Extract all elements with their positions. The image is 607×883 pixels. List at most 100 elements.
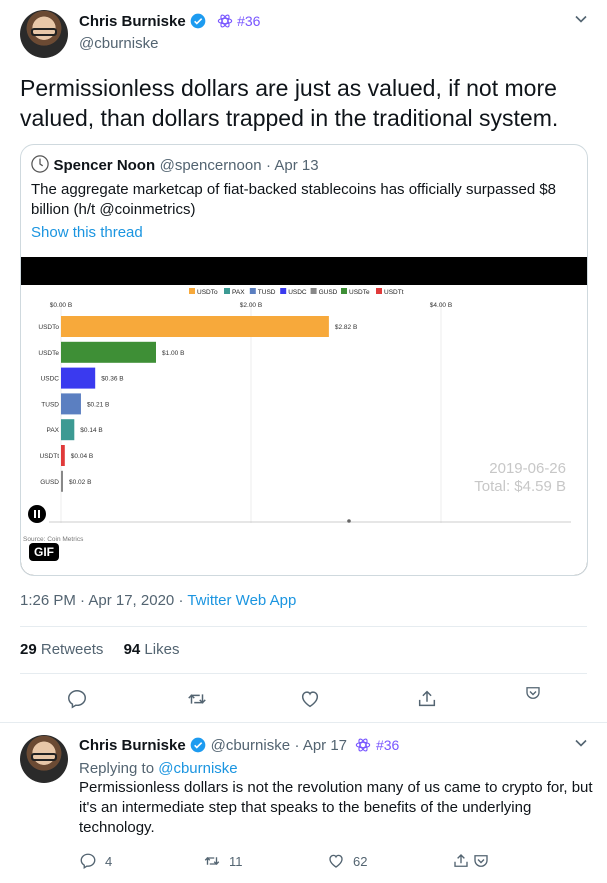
author-header: Chris Burniske #36 <box>79 13 260 31</box>
retweets-stat[interactable]: 29 Retweets <box>20 641 103 658</box>
author-handle[interactable]: @cburniske <box>79 35 158 52</box>
retweet-icon[interactable] <box>186 688 208 710</box>
category-label: USDTe <box>38 350 59 357</box>
chart-source: Source: Coin Metrics <box>23 536 84 543</box>
reply-author-handle[interactable]: @cburniske <box>211 737 290 754</box>
quoted-avatar <box>31 155 49 173</box>
rank-badge: #36 <box>237 13 261 29</box>
tweet-stats: 29 Retweets 94 Likes <box>20 640 179 660</box>
chevron-down-icon[interactable] <box>574 12 588 29</box>
legend-label: USDTo <box>197 289 218 296</box>
divider <box>20 626 587 627</box>
tick-label: $2.00 B <box>240 302 262 309</box>
category-label: USDTo <box>38 324 59 331</box>
like-icon <box>329 854 343 868</box>
tick-label: $4.00 B <box>430 302 452 309</box>
retweet-icon <box>204 857 220 865</box>
divider <box>20 673 587 674</box>
reply-date[interactable]: · Apr 17 <box>295 737 348 754</box>
chevron-down-icon[interactable] <box>574 736 588 753</box>
quoted-author-name: Spencer Noon <box>53 157 156 174</box>
likes-stat[interactable]: 94 Likes <box>124 641 180 658</box>
reply-author-avatar[interactable] <box>20 735 68 783</box>
data-label: $0.14 B <box>80 427 102 434</box>
data-label: $2.82 B <box>335 324 357 331</box>
rank-badge: #36 <box>375 737 400 753</box>
share-icon[interactable] <box>452 852 470 875</box>
legend-label: GUSD <box>319 289 338 296</box>
data-label: $0.02 B <box>69 479 91 486</box>
tweet-text: Permissionless dollars are just as value… <box>20 75 559 131</box>
divider <box>0 722 607 723</box>
quoted-tweet[interactable]: Spencer Noon @spencernoon · Apr 13 The a… <box>20 144 588 576</box>
like-icon[interactable] <box>299 688 321 710</box>
author-avatar[interactable] <box>20 10 68 58</box>
separator: · <box>178 592 184 609</box>
verified-icon <box>190 13 206 29</box>
legend-label: USDTe <box>349 289 370 296</box>
tweet-timestamp[interactable]: 1:26 PM · Apr 17, 2020 <box>20 592 174 609</box>
chart-date: 2019-06-26 <box>489 460 566 477</box>
reply-reply-action[interactable]: 4 <box>79 852 112 870</box>
timeline-marker <box>347 519 351 523</box>
pocket-save-icon[interactable] <box>524 684 542 702</box>
category-label: GUSD <box>40 479 59 486</box>
pocket-save-icon[interactable] <box>472 852 490 875</box>
like-count: 62 <box>353 853 368 869</box>
data-label: $0.36 B <box>101 376 123 383</box>
reply-author-name[interactable]: Chris Burniske <box>79 737 186 754</box>
tick-label: $0.00 B <box>50 302 72 309</box>
data-label: $1.00 B <box>162 350 184 357</box>
replying-to-label: Replying to <box>79 760 155 777</box>
reply-like-action[interactable]: 62 <box>327 852 367 870</box>
reply-header: Chris Burniske @cburniske · Apr 17 #36 <box>79 737 399 755</box>
replying-to: Replying to @cburniske <box>79 759 238 779</box>
quoted-author-handle: @spencernoon <box>159 157 262 174</box>
legend-label: USDC <box>288 289 307 296</box>
category-label: PAX <box>46 427 59 434</box>
bar <box>61 419 75 441</box>
bar <box>61 341 156 363</box>
bar <box>61 445 65 466</box>
bar <box>61 316 329 337</box>
legend-swatch <box>376 288 382 294</box>
legend-swatch <box>189 288 195 294</box>
legend-label: TUSD <box>258 289 276 296</box>
tweet-timestamp-row: 1:26 PM · Apr 17, 2020 · Twitter Web App <box>20 591 296 611</box>
tweet-source[interactable]: Twitter Web App <box>187 592 296 609</box>
share-icon[interactable] <box>416 688 438 710</box>
reply-icon[interactable] <box>66 688 88 710</box>
gif-badge: GIF <box>29 543 59 561</box>
legend-swatch <box>341 288 347 294</box>
bar <box>61 367 96 389</box>
pause-icon[interactable] <box>28 505 46 523</box>
quoted-text: The aggregate marketcap of fiat-backed s… <box>31 181 557 218</box>
legend-swatch <box>310 288 317 294</box>
data-label: $0.04 B <box>71 453 93 460</box>
rank-badge-icon <box>217 14 232 28</box>
reply-icon <box>80 853 96 869</box>
reply-text: Permissionless dollars is not the revolu… <box>79 779 593 836</box>
verified-icon <box>190 737 206 753</box>
quoted-date: · Apr 13 <box>266 157 319 174</box>
data-label: $0.21 B <box>87 401 109 408</box>
category-label: USDC <box>41 376 60 383</box>
chart-total: Total: $4.59 B <box>474 478 566 495</box>
category-label: USDTt <box>40 453 60 460</box>
reply-retweet-action[interactable]: 11 <box>203 852 243 870</box>
reply-count: 4 <box>105 853 113 869</box>
author-name[interactable]: Chris Burniske <box>79 13 186 30</box>
bar <box>61 393 81 415</box>
replying-to-handle[interactable]: @cburniske <box>158 760 237 777</box>
legend-swatch <box>280 288 287 294</box>
bar <box>61 470 63 492</box>
legend-label: PAX <box>232 289 245 296</box>
category-label: TUSD <box>41 401 59 408</box>
gif-media[interactable]: USDTo PAX TUSD USDC GUSD USDTe USDTt $0.00 B $2.… <box>21 257 587 575</box>
show-thread-link[interactable]: Show this thread <box>31 223 143 243</box>
retweet-count: 11 <box>229 853 243 869</box>
legend-swatch <box>224 288 230 294</box>
rank-badge-icon <box>356 738 371 752</box>
stablecoin-bar-chart: USDTo PAX TUSD USDC GUSD USDTe USDTt $0.00 B $2.… <box>21 285 587 575</box>
legend-label: USDTt <box>384 289 404 296</box>
